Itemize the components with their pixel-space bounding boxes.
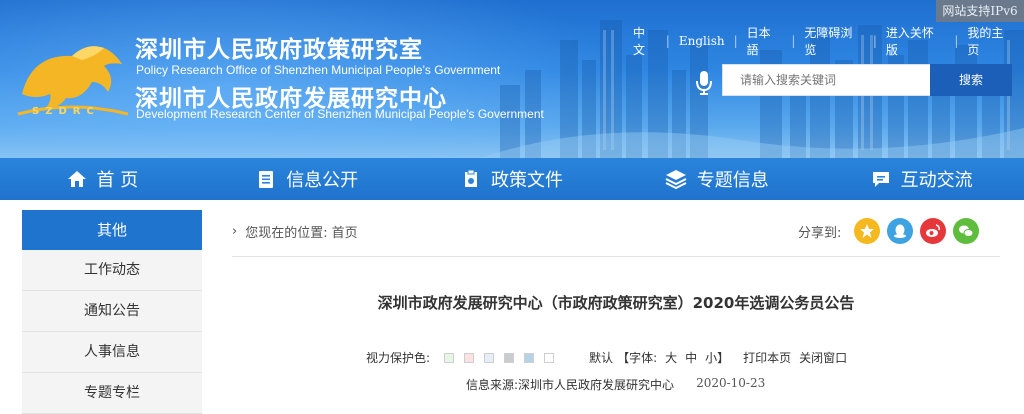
main-nav: 首 页 信息公开 政策文件 专题信息 互动交流 <box>0 158 1024 200</box>
chat-icon <box>872 172 889 187</box>
color-swatch-steel[interactable] <box>524 352 535 363</box>
article-title: 深圳市政府发展研究中心（市政府政策研究室）2020年选调公务员公告 <box>377 294 855 312</box>
font-small-link[interactable]: 小】 <box>705 349 729 366</box>
layers-icon <box>665 170 687 189</box>
close-window-link[interactable]: 关闭窗口 <box>799 349 847 366</box>
site-subtitle-policy-office: Policy Research Office of Shenzhen Munic… <box>136 63 501 77</box>
nav-info-disclosure[interactable]: 信息公开 <box>205 158 410 200</box>
toplink-japanese[interactable]: 日本語 <box>738 24 792 58</box>
site-subtitle-research-center: Development Research Center of Shenzhen … <box>136 107 544 121</box>
sidebar-item-notices[interactable]: 通知公告 <box>22 291 202 332</box>
source-value: 深圳市人民政府发展研究中心 <box>518 378 675 392</box>
source-label: 信息来源: <box>466 378 519 392</box>
color-swatch-pink[interactable] <box>464 352 475 363</box>
print-page-link[interactable]: 打印本页 <box>743 349 791 366</box>
toplink-chinese[interactable]: 中文 <box>624 24 666 58</box>
sidebar-item-personnel[interactable]: 人事信息 <box>22 332 202 373</box>
sidebar-item-work-news[interactable]: 工作动态 <box>22 250 202 291</box>
nav-interaction-label: 互动交流 <box>900 170 973 191</box>
toplink-english[interactable]: English <box>670 34 734 48</box>
sidebar-heading: 其他 <box>22 210 202 250</box>
site-title-policy-office: 深圳市人民政府政策研究室 <box>135 37 423 63</box>
publish-date: 2020-10-23 <box>696 376 766 390</box>
breadcrumb: › 您现在的位置: 首页 <box>232 222 358 241</box>
font-size-label: 【字体: <box>617 351 658 365</box>
logo-text: SZDRC <box>32 106 100 117</box>
nav-interaction[interactable]: 互动交流 <box>819 158 1024 200</box>
nav-policy-documents-label: 政策文件 <box>490 170 563 191</box>
document-icon <box>259 171 274 188</box>
site-header: 网站支持IPv6 SZDRC 深圳市人民政府政策研究室 Policy Resea… <box>0 0 1024 158</box>
share-bar: 分享到: <box>798 218 980 244</box>
top-links: 中文 | English | 日本語 | 无障碍浏览 | 进入关怀版 | 我的主… <box>624 24 1024 58</box>
microphone-icon[interactable] <box>695 70 713 96</box>
article-meta: 信息来源: 深圳市人民政府发展研究中心 2020-10-23 <box>466 376 765 393</box>
wechat-icon[interactable] <box>953 218 980 244</box>
default-color-link[interactable]: 默认 <box>589 349 613 366</box>
toplink-care-version[interactable]: 进入关怀版 <box>877 24 954 58</box>
breadcrumb-prefix: 您现在的位置: <box>245 226 328 241</box>
ipv6-badge: 网站支持IPv6 <box>936 0 1024 22</box>
search-button[interactable]: 搜索 <box>930 64 1012 96</box>
chevron-right-icon: › <box>232 224 238 239</box>
nav-home[interactable]: 首 页 <box>0 158 205 200</box>
toplink-accessibility[interactable]: 无障碍浏览 <box>795 24 872 58</box>
search-input[interactable] <box>722 64 932 96</box>
qzone-icon[interactable] <box>854 218 881 244</box>
content-divider <box>232 256 1000 257</box>
font-medium-link[interactable]: 中 <box>685 349 697 366</box>
eye-protection-label: 视力保护色: <box>366 351 431 365</box>
sidebar: 其他 工作动态 通知公告 人事信息 专题专栏 <box>22 210 202 414</box>
share-label: 分享到: <box>798 225 842 241</box>
font-large-link[interactable]: 大 <box>665 349 677 366</box>
color-swatch-green[interactable] <box>444 352 455 363</box>
article-tools: 视力保护色: 默认 【字体: 大 中 小】 打印本页 关闭窗口 <box>366 349 847 366</box>
qq-icon[interactable] <box>887 218 914 244</box>
nav-info-disclosure-label: 信息公开 <box>286 170 359 191</box>
color-swatch-white[interactable] <box>544 352 555 363</box>
nav-home-label: 首 页 <box>96 170 139 191</box>
home-icon <box>67 171 86 187</box>
nav-policy-documents[interactable]: 政策文件 <box>410 158 615 200</box>
nav-special-topics[interactable]: 专题信息 <box>614 158 819 200</box>
sidebar-item-special-column[interactable]: 专题专栏 <box>22 373 202 414</box>
breadcrumb-home-link[interactable]: 首页 <box>332 222 358 241</box>
policy-icon <box>464 169 477 187</box>
color-swatch-blue[interactable] <box>484 352 495 363</box>
nav-special-topics-label: 专题信息 <box>696 170 769 191</box>
weibo-icon[interactable] <box>920 218 947 244</box>
toplink-my-homepage[interactable]: 我的主页 <box>958 24 1024 58</box>
color-swatch-gray[interactable] <box>504 352 515 363</box>
